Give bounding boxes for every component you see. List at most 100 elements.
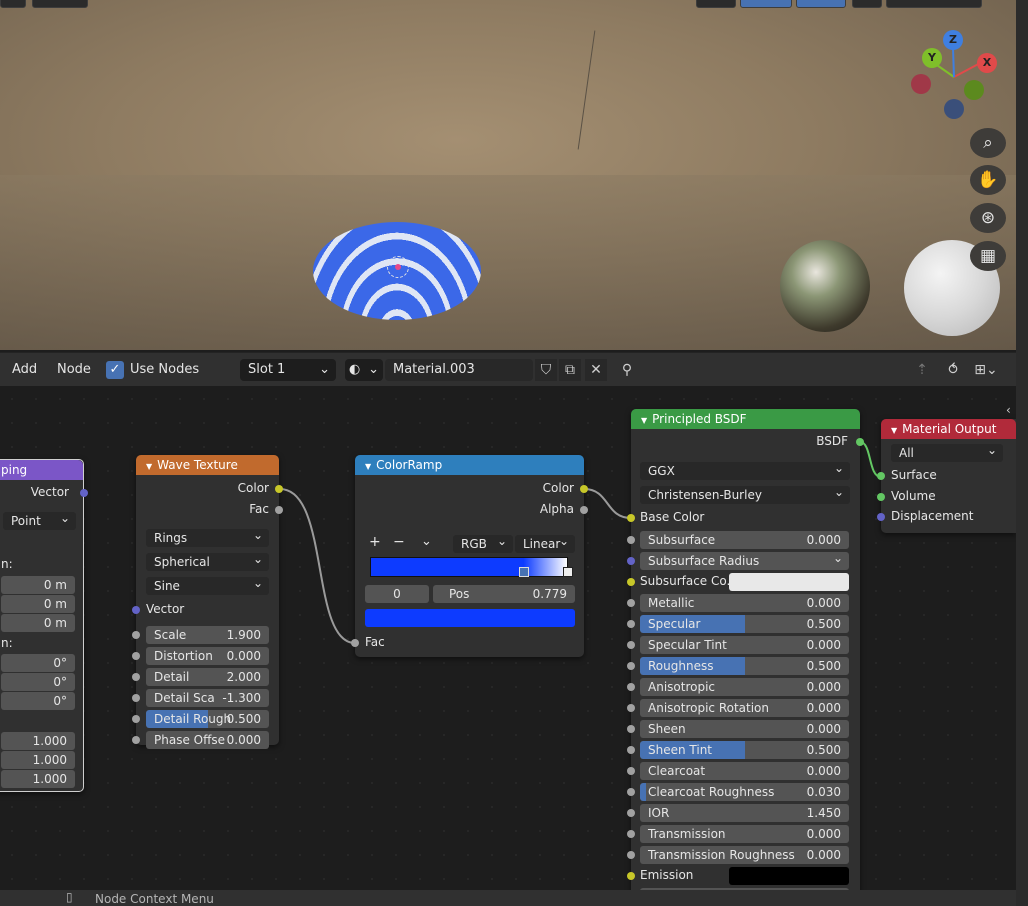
input-socket[interactable] [627, 620, 635, 628]
add-menu[interactable]: Add [12, 362, 37, 377]
colorramp-header[interactable]: ▼ ColorRamp [355, 455, 584, 475]
ramp-stop-index-field[interactable]: 0 [365, 585, 429, 603]
navigation-gizmo[interactable]: Z Y X [906, 28, 1002, 124]
mapping-scale-z[interactable]: 1.000 [1, 770, 75, 788]
value-slider-field[interactable]: Roughness 0.500 [640, 657, 849, 675]
mapping-location-x[interactable]: 0 m [1, 576, 75, 594]
input-socket[interactable] [627, 683, 635, 691]
colorramp-node[interactable]: ▼ColorRamp Color Alpha + − ⌄ RGB Linear … [351, 455, 588, 657]
ramp-color-output-socket[interactable] [580, 485, 588, 493]
collapse-triangle-icon[interactable]: ▼ [365, 462, 371, 471]
wave-direction-dropdown[interactable]: Spherical [146, 550, 269, 571]
zoom-icon[interactable]: ⌕ [970, 128, 1006, 158]
value-slider-field[interactable]: Metallic 0.000 [640, 594, 849, 612]
pin-icon[interactable]: ⚲ [615, 359, 639, 381]
value-slider-field[interactable]: Detail Rough 0.500 [146, 710, 269, 728]
value-slider-field[interactable]: Anisotropic 0.000 [640, 678, 849, 696]
input-socket[interactable] [627, 641, 635, 649]
sidebar-toggle-chevron-icon[interactable]: ‹ [1006, 403, 1011, 417]
input-socket[interactable] [132, 673, 140, 681]
ramp-specials-chevron-icon[interactable]: ⌄ [421, 534, 432, 549]
color-swatch[interactable] [729, 573, 849, 591]
ramp-pos-field[interactable]: Pos 0.779 [433, 585, 575, 603]
displacement-input-socket[interactable] [877, 513, 885, 521]
input-socket[interactable] [627, 767, 635, 775]
use-nodes-label[interactable]: Use Nodes [130, 362, 199, 377]
input-socket[interactable] [627, 557, 635, 565]
ramp-color-mode-dropdown[interactable]: RGB [453, 532, 513, 553]
input-socket[interactable] [132, 631, 140, 639]
value-slider-field[interactable]: Specular 0.500 [640, 615, 849, 633]
gizmo-y-axis[interactable]: Y [922, 48, 942, 68]
collapse-triangle-icon[interactable]: ▼ [146, 462, 152, 471]
viewport-mode-button[interactable] [0, 0, 26, 8]
input-socket[interactable] [627, 788, 635, 796]
mapping-scale-y[interactable]: 1.000 [1, 751, 75, 769]
fake-user-shield-icon[interactable]: ⛉ [535, 359, 557, 381]
ramp-stop-color-swatch[interactable] [365, 609, 575, 627]
unlink-close-icon[interactable]: ✕ [585, 359, 607, 381]
transform-pivot-button[interactable] [696, 0, 736, 8]
mapping-location-z[interactable]: 0 m [1, 614, 75, 632]
snap-magnet-icon[interactable]: ⥀ [940, 359, 966, 381]
input-socket[interactable] [627, 599, 635, 607]
value-slider-field[interactable]: Clearcoat Roughness 0.030 [640, 783, 849, 801]
principled-bsdf-node[interactable]: ▼ Principled BSDF BSDF GGX Christensen-Bu… [627, 409, 864, 890]
ramp-alpha-output-socket[interactable] [580, 506, 588, 514]
gizmo-neg-z[interactable] [944, 99, 964, 119]
mapping-scale-x[interactable]: 1.000 [1, 732, 75, 750]
gizmo-x-axis[interactable]: X [977, 53, 997, 73]
material-output-node[interactable]: ▼ Material Output All Surface Volume Disp… [877, 419, 1016, 533]
add-stop-plus-icon[interactable]: + [369, 534, 381, 550]
value-slider-field[interactable]: Transmission Roughness 0.000 [640, 846, 849, 864]
collapse-triangle-icon[interactable]: ▼ [641, 416, 647, 425]
material-browse-button[interactable]: ◐ ⌄ [345, 359, 383, 381]
value-slider-field[interactable]: Phase Offse 0.000 [146, 731, 269, 749]
gizmo-z-axis[interactable]: Z [943, 30, 963, 50]
material-output-header[interactable]: ▼ Material Output [881, 419, 1016, 439]
wave-type-dropdown[interactable]: Rings [146, 526, 269, 547]
ramp-fac-input-socket[interactable] [351, 639, 359, 647]
ramp-interpolation-dropdown[interactable]: Linear [515, 532, 575, 553]
value-slider-field[interactable]: Detail 2.000 [146, 668, 269, 686]
input-socket[interactable] [627, 872, 635, 880]
proportional-edit-button[interactable] [796, 0, 846, 8]
wave-vector-input-socket[interactable] [132, 606, 140, 614]
color-ramp-gradient[interactable] [370, 557, 568, 577]
volume-input-socket[interactable] [877, 493, 885, 501]
mapping-rotation-y[interactable]: 0° [1, 673, 75, 691]
use-nodes-checkbox[interactable]: ✓ [106, 361, 124, 379]
parent-node-tree-icon[interactable]: ⇡ [910, 359, 934, 381]
mapping-rotation-x[interactable]: 0° [1, 654, 75, 672]
value-slider-field[interactable]: Specular Tint 0.000 [640, 636, 849, 654]
input-socket[interactable] [627, 809, 635, 817]
value-slider-field[interactable]: Sheen Tint 0.500 [640, 741, 849, 759]
input-socket[interactable] [132, 652, 140, 660]
camera-icon[interactable]: ⊛ [970, 203, 1006, 233]
slot-dropdown[interactable]: Slot 1 ⌄ [240, 359, 336, 381]
grid-icon[interactable]: ▦ [970, 241, 1006, 271]
field-dropdown[interactable]: Subsurface Radius [640, 549, 849, 570]
snap-button[interactable] [740, 0, 792, 8]
input-socket[interactable] [132, 715, 140, 723]
base-color-input-socket[interactable] [627, 514, 635, 522]
wave-texture-node[interactable]: ▼Wave Texture Color Fac Rings Spherical … [132, 455, 283, 749]
material-name-field[interactable]: Material.003 [385, 359, 533, 381]
bsdf-output-socket[interactable] [856, 438, 864, 446]
wave-fac-output-socket[interactable] [275, 506, 283, 514]
snap-element-dropdown[interactable]: ⊞⌄ [968, 359, 1004, 381]
color-swatch[interactable] [729, 867, 849, 885]
input-socket[interactable] [132, 736, 140, 744]
input-socket[interactable] [627, 578, 635, 586]
gizmo-neg-y[interactable] [964, 80, 984, 100]
mapping-node[interactable]: ping Vector Point n: 0 m 0 m 0 m n: 0° 0… [0, 459, 88, 792]
value-slider-field[interactable]: Anisotropic Rotation 0.000 [640, 699, 849, 717]
input-socket[interactable] [627, 725, 635, 733]
ramp-stop-handle[interactable] [563, 567, 573, 577]
mapping-type-dropdown[interactable]: Point [3, 509, 76, 530]
viewport-object-menu[interactable] [32, 0, 88, 8]
output-target-dropdown[interactable]: All [891, 441, 1003, 462]
input-socket[interactable] [627, 830, 635, 838]
node-canvas[interactable]: ping Vector Point n: 0 m 0 m 0 m n: 0° 0… [0, 387, 1016, 890]
value-slider-field[interactable]: Clearcoat 0.000 [640, 762, 849, 780]
